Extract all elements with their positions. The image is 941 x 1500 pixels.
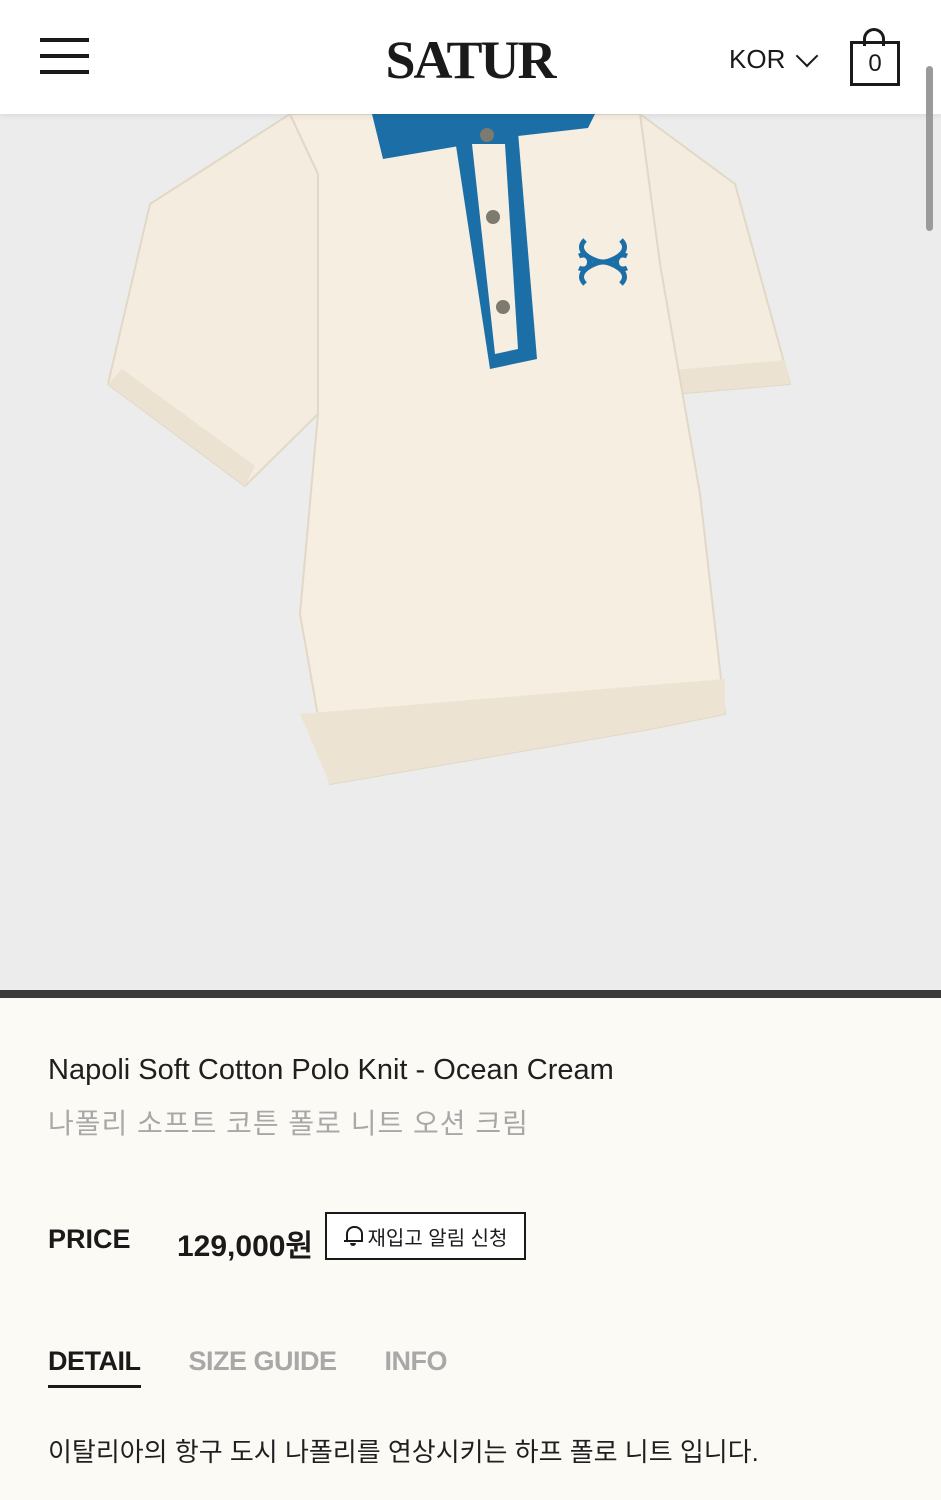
tab-size-guide[interactable]: SIZE GUIDE: [189, 1346, 338, 1388]
price-label: PRICE: [48, 1224, 131, 1254]
product-image[interactable]: [0, 114, 941, 990]
language-label: KOR: [729, 44, 786, 74]
bell-icon: [343, 1226, 363, 1246]
image-divider: [0, 990, 941, 998]
cart-count: 0: [868, 49, 882, 77]
price-value: 129,000원: [177, 1230, 314, 1263]
restock-alert-button[interactable]: 재입고 알림 신청: [325, 1212, 526, 1260]
detail-description: 이탈리아의 항구 도시 나폴리를 연상시키는 하프 폴로 니트 입니다.: [48, 1437, 759, 1467]
polo-knit-illustration: [106, 114, 792, 786]
product-info: Napoli Soft Cotton Polo Knit - Ocean Cre…: [0, 998, 941, 1500]
restock-alert-label: 재입고 알림 신청: [367, 1227, 508, 1250]
product-title: Napoli Soft Cotton Polo Knit - Ocean Cre…: [48, 1054, 614, 1086]
product-title-korean: 나폴리 소프트 코튼 폴로 니트 오션 크림: [48, 1108, 529, 1139]
brand-logo[interactable]: SATUR: [370, 30, 570, 90]
language-selector[interactable]: KOR: [729, 44, 819, 75]
cart-button[interactable]: 0: [850, 28, 900, 86]
menu-icon[interactable]: [40, 38, 90, 78]
scrollbar[interactable]: [926, 66, 933, 231]
site-header: SATUR KOR 0: [0, 0, 941, 114]
product-tabs: DETAIL SIZE GUIDE INFO: [48, 1346, 448, 1388]
tab-detail[interactable]: DETAIL: [48, 1346, 141, 1388]
chevron-down-icon: [796, 44, 819, 67]
tab-info[interactable]: INFO: [385, 1346, 448, 1388]
